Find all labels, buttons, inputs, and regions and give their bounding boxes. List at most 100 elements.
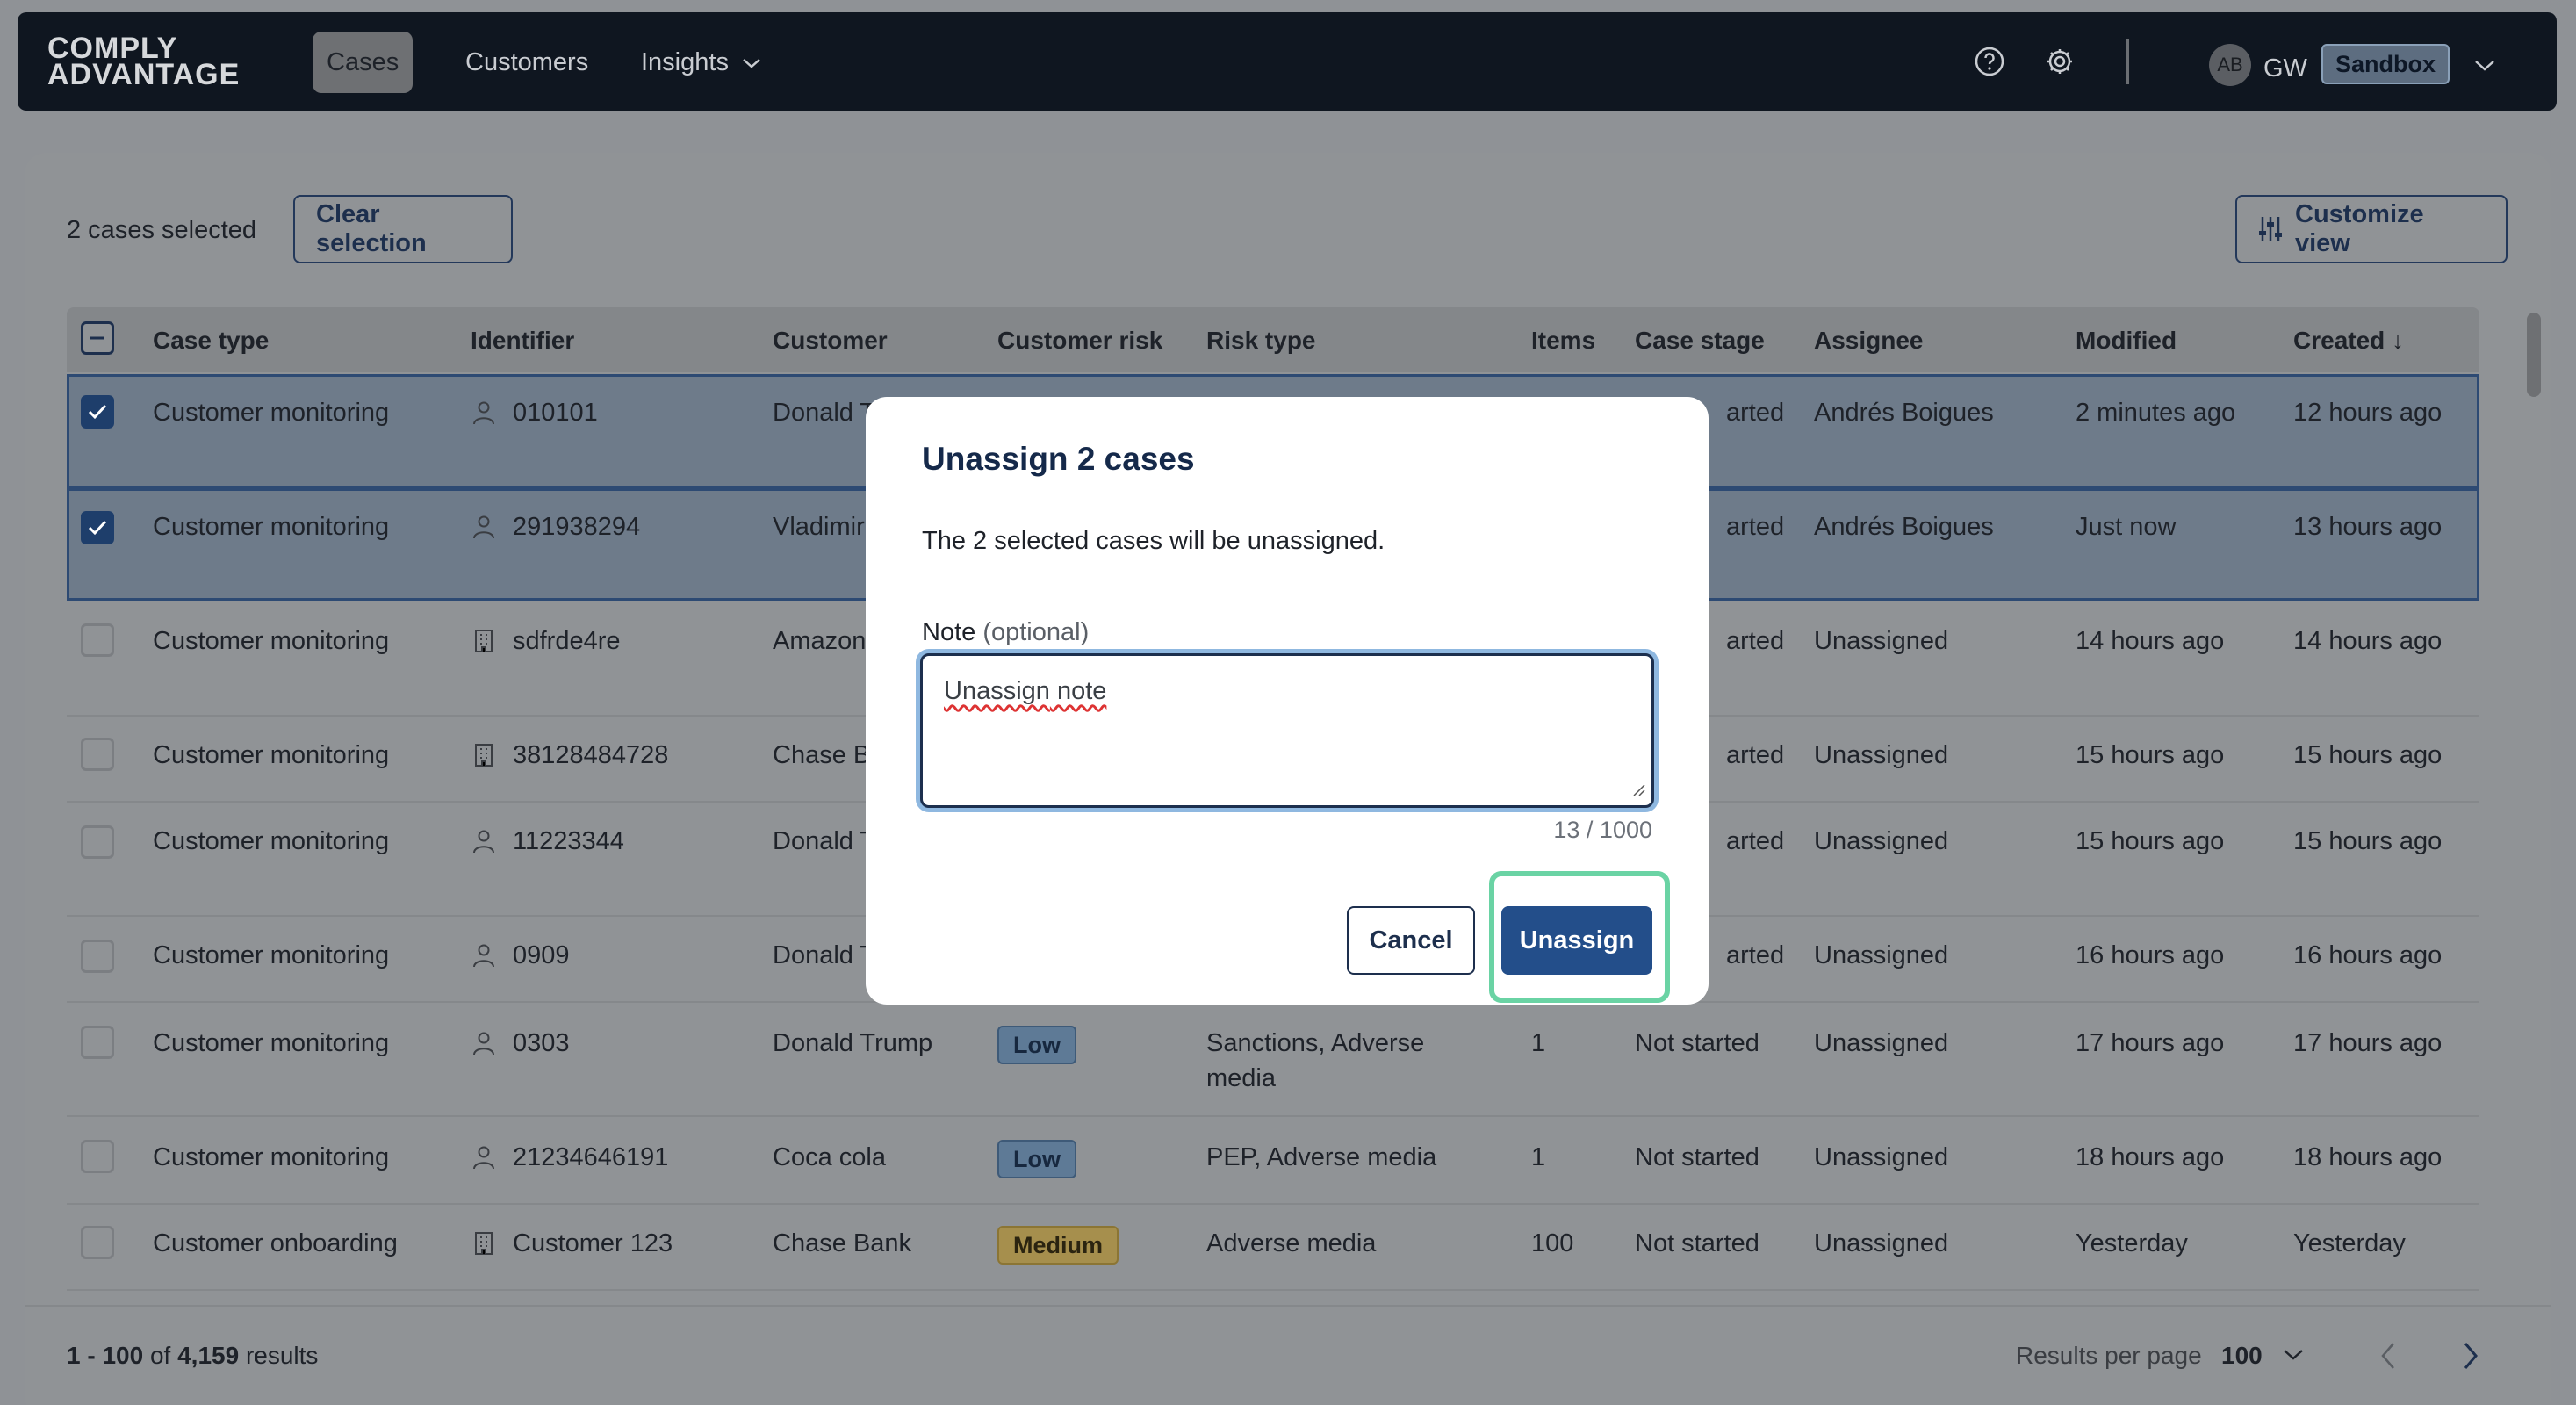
- row-checkbox[interactable]: [81, 940, 114, 973]
- nav-tab-customers[interactable]: Customers: [451, 32, 602, 93]
- note-field-label: Note (optional): [922, 618, 1089, 647]
- row-checkbox[interactable]: [81, 738, 114, 771]
- row-checkbox[interactable]: [81, 1026, 114, 1059]
- cell-identifier[interactable]: sdfrde4re: [513, 623, 621, 659]
- previous-page-icon[interactable]: [2378, 1340, 2399, 1376]
- risk-badge: Low: [997, 1026, 1076, 1064]
- cell-identifier[interactable]: 0909: [513, 938, 570, 973]
- cell-identifier[interactable]: 38128484728: [513, 738, 668, 773]
- note-label-text: Note: [922, 618, 976, 646]
- nav-tab-insights[interactable]: Insights: [627, 32, 776, 93]
- cell-identifier[interactable]: 291938294: [513, 509, 640, 544]
- cell-modified: Just now: [2076, 513, 2177, 541]
- row-checkbox[interactable]: [81, 395, 114, 429]
- row-checkbox[interactable]: [81, 825, 114, 859]
- cell-created: Yesterday: [2293, 1229, 2406, 1257]
- customize-view-button[interactable]: Customize view: [2235, 195, 2508, 263]
- next-page-icon[interactable]: [2460, 1340, 2481, 1376]
- resize-handle-icon[interactable]: [1630, 782, 1646, 802]
- unassign-button[interactable]: Unassign: [1501, 906, 1652, 975]
- column-header-risk-type[interactable]: Risk type: [1206, 327, 1316, 355]
- cell-assignee: Unassigned: [1814, 941, 1949, 969]
- cancel-button[interactable]: Cancel: [1347, 906, 1475, 975]
- cell-modified: 18 hours ago: [2076, 1143, 2225, 1171]
- customize-view-label: Customize view: [2295, 200, 2424, 257]
- person-icon: [472, 400, 495, 425]
- cell-assignee: Andrés Boigues: [1814, 513, 1994, 541]
- column-header-case-type[interactable]: Case type: [153, 327, 269, 355]
- person-icon: [472, 829, 495, 854]
- clear-selection-button[interactable]: Clear selection: [293, 195, 513, 263]
- cell-items: 1: [1531, 1029, 1546, 1057]
- column-header-assignee[interactable]: Assignee: [1814, 327, 1924, 355]
- note-optional-text: (optional): [982, 618, 1090, 646]
- comply-advantage-logo[interactable]: COMPLY ADVANTAGE: [47, 33, 241, 91]
- building-icon: [472, 629, 495, 653]
- cell-case-stage: arted: [1726, 741, 1785, 769]
- cell-identifier[interactable]: Customer 123: [513, 1226, 673, 1261]
- cell-assignee: Unassigned: [1814, 741, 1949, 769]
- column-header-identifier[interactable]: Identifier: [471, 327, 574, 355]
- logo-line-2: ADVANTAGE: [47, 58, 241, 91]
- environment-badge: Sandbox: [2321, 44, 2450, 84]
- cell-identifier[interactable]: 11223344: [513, 824, 624, 859]
- risk-badge: Medium: [997, 1226, 1119, 1264]
- note-textarea[interactable]: Unassign note: [920, 653, 1654, 808]
- person-icon: [472, 1145, 495, 1170]
- cell-assignee: Unassigned: [1814, 627, 1949, 655]
- row-checkbox[interactable]: [81, 511, 114, 544]
- cell-customer: Coca cola: [773, 1143, 886, 1171]
- chevron-down-icon[interactable]: [2281, 1347, 2306, 1367]
- building-icon: [472, 1231, 495, 1256]
- cell-identifier[interactable]: 0303: [513, 1026, 570, 1061]
- results-word: results: [245, 1342, 319, 1369]
- cell-assignee: Andrés Boigues: [1814, 399, 1994, 427]
- cell-modified: 2 minutes ago: [2076, 399, 2236, 427]
- select-all-checkbox[interactable]: [81, 321, 114, 355]
- cell-case-stage: arted: [1726, 513, 1785, 541]
- column-header-case-stage[interactable]: Case stage: [1635, 327, 1765, 355]
- nav-tab-cases[interactable]: Cases: [313, 32, 414, 93]
- cell-created: 18 hours ago: [2293, 1143, 2443, 1171]
- note-character-counter: 13 / 1000: [1553, 817, 1652, 843]
- avatar[interactable]: AB: [2209, 44, 2251, 86]
- clear-selection-label: Clear selection: [316, 200, 427, 257]
- cell-case-type: Customer monitoring: [153, 513, 390, 541]
- note-value-word: Unassign: [944, 677, 1050, 705]
- cell-case-stage: Not started: [1635, 1143, 1759, 1171]
- top-navigation-bar: COMPLY ADVANTAGE Cases Customers Insight…: [18, 12, 2557, 111]
- column-header-modified[interactable]: Modified: [2076, 327, 2177, 355]
- sliders-icon: [2258, 215, 2283, 243]
- column-header-items[interactable]: Items: [1531, 327, 1595, 355]
- dialog-description: The 2 selected cases will be unassigned.: [922, 527, 1385, 555]
- cell-case-type: Customer onboarding: [153, 1229, 398, 1257]
- row-checkbox[interactable]: [81, 1140, 114, 1173]
- column-header-created[interactable]: Created ↓: [2293, 327, 2404, 355]
- cell-items: 100: [1531, 1229, 1574, 1257]
- results-per-page-select[interactable]: 100: [2221, 1342, 2263, 1370]
- cell-assignee: Unassigned: [1814, 1029, 1949, 1057]
- cell-case-stage: arted: [1726, 627, 1785, 655]
- table-scrollbar[interactable]: [2527, 313, 2541, 397]
- cell-created: 16 hours ago: [2293, 941, 2443, 969]
- row-checkbox[interactable]: [81, 623, 114, 657]
- row-checkbox[interactable]: [81, 1226, 114, 1259]
- cell-case-stage: Not started: [1635, 1029, 1759, 1057]
- gear-icon[interactable]: [2044, 46, 2076, 77]
- cell-case-type: Customer monitoring: [153, 1029, 390, 1057]
- cell-identifier[interactable]: 21234646191: [513, 1140, 668, 1175]
- results-range: 1 - 100: [67, 1342, 144, 1369]
- column-header-customer-risk[interactable]: Customer risk: [997, 327, 1162, 355]
- chevron-down-icon: [741, 48, 762, 77]
- user-initials[interactable]: GW: [2263, 54, 2307, 83]
- cell-customer: Donald T: [773, 399, 876, 427]
- help-icon[interactable]: [1974, 46, 2005, 77]
- cell-modified: 15 hours ago: [2076, 827, 2225, 855]
- results-count: 1 - 100 of 4,159 results: [67, 1342, 318, 1370]
- cell-identifier[interactable]: 010101: [513, 395, 598, 430]
- cell-modified: 14 hours ago: [2076, 627, 2225, 655]
- person-icon: [472, 943, 495, 968]
- cell-modified: Yesterday: [2076, 1229, 2188, 1257]
- column-header-customer[interactable]: Customer: [773, 327, 888, 355]
- account-menu-chevron-icon[interactable]: [2472, 58, 2497, 78]
